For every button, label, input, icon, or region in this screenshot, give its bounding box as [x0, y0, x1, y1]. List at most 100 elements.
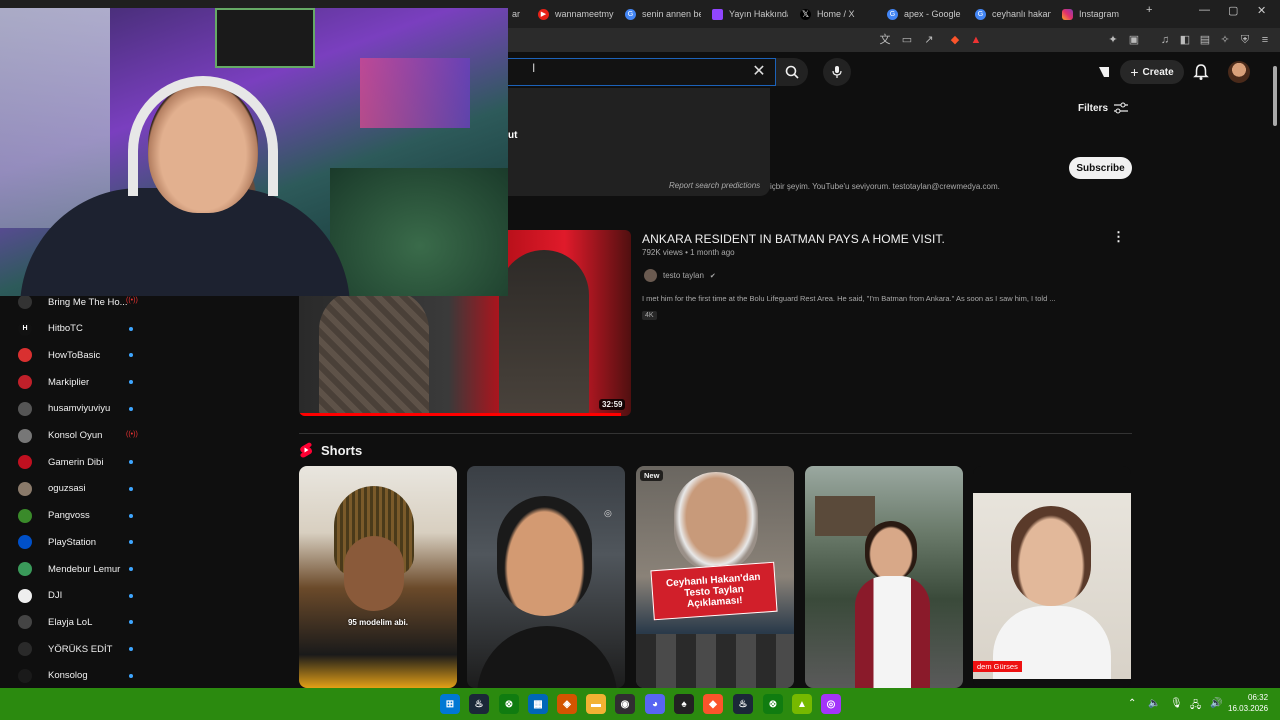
sidebar-icon[interactable]: ▣: [1127, 33, 1141, 47]
filters-button[interactable]: Filters: [1078, 102, 1129, 114]
nvidia-icon[interactable]: ▲: [792, 694, 812, 714]
short-caption: 95 modelim abi.: [347, 618, 409, 627]
short-thumbnail[interactable]: [805, 466, 963, 688]
cast-icon[interactable]: [1096, 64, 1112, 80]
sidebar-channel-item[interactable]: HowToBasic: [18, 344, 138, 366]
account-avatar[interactable]: [1228, 61, 1250, 83]
brave-rewards-icon[interactable]: ▲: [969, 33, 983, 47]
browser-tab[interactable]: G senin annen be: [621, 3, 701, 25]
xbox-icon[interactable]: ⊗: [499, 694, 519, 714]
xbox2-icon[interactable]: ⊗: [763, 694, 783, 714]
sidebar-channel-item[interactable]: YÖRÜKS EDİT: [18, 638, 138, 660]
sidebar-channel-item[interactable]: husamviyuviyu: [18, 398, 138, 420]
more-options-icon[interactable]: ⋮: [1112, 229, 1125, 244]
browser-orange-icon[interactable]: ◈: [557, 694, 577, 714]
voice-search-button[interactable]: [823, 58, 851, 86]
network-icon[interactable]: 🖧: [1190, 698, 1201, 715]
tab-label: ceyhanlı hakan: [992, 9, 1051, 19]
browser-tab[interactable]: ar: [508, 3, 530, 25]
short-thumbnail[interactable]: dem Gürses: [973, 466, 1131, 688]
start-icon[interactable]: ⊞: [440, 694, 460, 714]
discord-icon[interactable]: ◕: [645, 694, 665, 714]
new-tab-button[interactable]: +: [1146, 4, 1152, 16]
search-input[interactable]: I: [508, 58, 776, 86]
sidebar-channel-item[interactable]: Elayja LoL: [18, 611, 138, 633]
google-favicon-icon: G: [625, 8, 636, 20]
sidebar-channel-item[interactable]: PlayStation: [18, 531, 138, 553]
volume-icon[interactable]: 🔊: [1210, 698, 1222, 709]
tray-chevron-icon[interactable]: ⌃: [1128, 698, 1136, 709]
short-thumbnail[interactable]: ◎: [467, 466, 625, 688]
channel-name: PlayStation: [48, 536, 97, 548]
sidebar-channel-item[interactable]: Konsolog: [18, 665, 138, 687]
wallet-icon[interactable]: ▤: [1198, 33, 1212, 47]
video-meta: 792K views • 1 month ago: [642, 248, 735, 257]
sidebar-channel-item[interactable]: Markiplier: [18, 371, 138, 393]
suggestion-item[interactable]: ut: [508, 130, 517, 141]
channel-avatar: [18, 588, 32, 603]
short-thumbnail[interactable]: 95 modelim abi.: [299, 466, 457, 688]
browser-tab[interactable]: 𝕏 Home / X: [796, 3, 876, 25]
instagram-icon: ◎: [604, 508, 612, 518]
microphone-icon[interactable]: 🎙: [1170, 698, 1183, 709]
browser-tab[interactable]: G ceyhanlı hakan: [971, 3, 1051, 25]
brave-shield-icon[interactable]: ◆: [948, 33, 962, 47]
subscribe-button[interactable]: Subscribe: [1069, 157, 1132, 179]
sidebar-channel-item[interactable]: Konsol Oyun ((•)): [18, 425, 138, 447]
plus-icon: +: [1130, 64, 1139, 80]
close-window-button[interactable]: ✕: [1257, 4, 1266, 17]
extensions-icon[interactable]: ✦: [1106, 33, 1120, 47]
microphone-icon: [832, 66, 842, 78]
taskbar-clock[interactable]: 06:32 16.03.2026: [1228, 692, 1268, 714]
scrollbar-thumb[interactable]: [1273, 66, 1277, 126]
store-icon[interactable]: ▦: [528, 694, 548, 714]
messenger-icon[interactable]: ◎: [821, 694, 841, 714]
channel-name: Konsol Oyun: [48, 430, 103, 441]
game-icon[interactable]: ♠: [674, 694, 694, 714]
translate-icon[interactable]: 文: [878, 33, 892, 47]
browser-tab[interactable]: ▶ wannameetmy: [534, 3, 614, 25]
browser-tab[interactable]: Yayın Hakkında: [708, 3, 788, 25]
screen-icon[interactable]: ▭: [900, 33, 914, 47]
video-title[interactable]: ANKARA RESIDENT IN BATMAN PAYS A HOME VI…: [642, 232, 945, 246]
new-content-dot-icon: [129, 620, 133, 625]
sidebar-channel-item[interactable]: H HitboTC: [18, 318, 138, 340]
leo-ai-icon[interactable]: ✧: [1218, 33, 1232, 47]
notifications-bell-icon[interactable]: [1192, 63, 1210, 81]
search-suggestions-dropdown: [508, 88, 770, 196]
report-predictions-link[interactable]: Report search predictions: [669, 181, 760, 190]
files-icon[interactable]: ▬: [586, 694, 606, 714]
short-title-banner: Ceyhanlı Hakan'dan Testo Taylan Açıklama…: [650, 561, 778, 621]
short-thumbnail[interactable]: New Ceyhanlı Hakan'dan Testo Taylan Açık…: [636, 466, 794, 688]
steam2-icon[interactable]: ♨: [733, 694, 753, 714]
sidebar-channel-item[interactable]: Pangvoss: [18, 505, 138, 527]
music-icon[interactable]: ♫: [1158, 33, 1172, 47]
clear-search-icon[interactable]: ✕: [750, 62, 768, 82]
brave-icon[interactable]: ◆: [703, 694, 723, 714]
search-button[interactable]: [776, 58, 808, 86]
verified-icon: ✔: [709, 272, 716, 280]
text-cursor-icon: I: [532, 61, 536, 75]
browser-tab[interactable]: G apex - Google: [883, 3, 963, 25]
speaker-icon[interactable]: 🔈: [1148, 698, 1160, 709]
youtube-favicon-icon: ▶: [538, 8, 549, 20]
video-channel[interactable]: testo taylan ✔: [644, 269, 716, 282]
sidebar-channel-item[interactable]: oguzsasi: [18, 478, 138, 500]
sidebar-channel-item[interactable]: Mendebur Lemur: [18, 558, 138, 580]
steam-icon[interactable]: ♨: [469, 694, 489, 714]
sidebar-channel-item[interactable]: DJI: [18, 585, 138, 607]
create-button[interactable]: + Create: [1120, 60, 1184, 84]
browser-tab[interactable]: Instagram: [1058, 3, 1138, 25]
windows-taskbar: [0, 688, 1280, 720]
obs-icon[interactable]: ◉: [615, 694, 635, 714]
share-icon[interactable]: ↗: [922, 33, 936, 47]
minimize-button[interactable]: —: [1199, 4, 1210, 16]
vpn-icon[interactable]: ⛨: [1238, 33, 1252, 47]
new-content-dot-icon: [129, 380, 133, 385]
maximize-button[interactable]: ▢: [1228, 4, 1238, 17]
sidebar-channel-item[interactable]: Gamerin Dibi: [18, 451, 138, 473]
channel-avatar: [18, 615, 32, 630]
panel-icon[interactable]: ◧: [1178, 33, 1192, 47]
page-scrollbar[interactable]: [1272, 58, 1278, 686]
menu-icon[interactable]: ≡: [1258, 33, 1272, 47]
